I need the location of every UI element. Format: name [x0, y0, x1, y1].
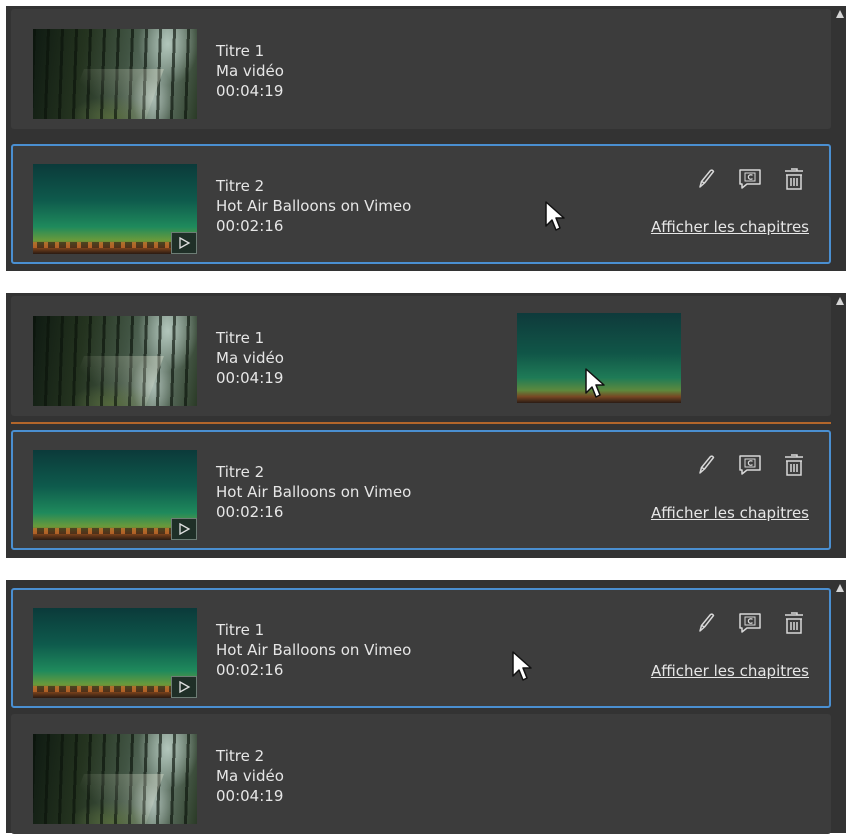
- scroll-up-arrow-icon[interactable]: [836, 297, 844, 305]
- item-duration: 00:04:19: [216, 787, 284, 805]
- scroll-up-arrow-icon[interactable]: [836, 10, 844, 18]
- title-item[interactable]: Titre 2 Ma vidéo 00:04:19: [11, 714, 831, 834]
- edit-icon[interactable]: [693, 610, 719, 636]
- show-chapters-link[interactable]: Afficher les chapitres: [651, 504, 809, 522]
- title-item[interactable]: Titre 1 Ma vidéo 00:04:19: [11, 9, 831, 129]
- video-thumbnail: [33, 608, 197, 698]
- item-title: Titre 2: [216, 463, 265, 481]
- item-duration: 00:04:19: [216, 369, 284, 387]
- cursor-icon: [585, 368, 605, 398]
- show-chapters-link[interactable]: Afficher les chapitres: [651, 662, 809, 680]
- item-title: Titre 2: [216, 747, 265, 765]
- title-item-selected[interactable]: Titre 1 Hot Air Balloons on Vimeo 00:02:…: [11, 588, 831, 708]
- play-icon[interactable]: [171, 676, 197, 698]
- play-icon[interactable]: [171, 518, 197, 540]
- item-duration: 00:02:16: [216, 661, 284, 679]
- captions-icon[interactable]: [737, 166, 763, 192]
- item-video-name: Hot Air Balloons on Vimeo: [216, 641, 412, 659]
- captions-icon[interactable]: [737, 452, 763, 478]
- scroll-up-arrow-icon[interactable]: [836, 584, 844, 592]
- video-thumbnail: [33, 316, 197, 406]
- item-title: Titre 1: [216, 329, 265, 347]
- cursor-icon: [512, 651, 532, 681]
- item-title: Titre 1: [216, 621, 265, 639]
- item-video-name: Ma vidéo: [216, 767, 284, 785]
- item-video-name: Ma vidéo: [216, 62, 284, 80]
- captions-icon[interactable]: [737, 610, 763, 636]
- video-thumbnail: [33, 450, 197, 540]
- item-title: Titre 2: [216, 177, 265, 195]
- trash-icon[interactable]: [781, 610, 807, 636]
- item-duration: 00:02:16: [216, 503, 284, 521]
- item-title: Titre 1: [216, 42, 265, 60]
- trash-icon[interactable]: [781, 166, 807, 192]
- trash-icon[interactable]: [781, 452, 807, 478]
- title-list-panel-dragging: Titre 1 Ma vidéo 00:04:19 Titre 2 Hot Ai…: [6, 293, 846, 558]
- item-video-name: Hot Air Balloons on Vimeo: [216, 197, 412, 215]
- edit-icon[interactable]: [693, 166, 719, 192]
- video-thumbnail: [33, 734, 197, 824]
- title-item[interactable]: Titre 1 Ma vidéo 00:04:19: [11, 296, 831, 416]
- edit-icon[interactable]: [693, 452, 719, 478]
- item-video-name: Ma vidéo: [216, 349, 284, 367]
- title-item-selected[interactable]: Titre 2 Hot Air Balloons on Vimeo 00:02:…: [11, 430, 831, 550]
- title-list-panel-after: Titre 1 Hot Air Balloons on Vimeo 00:02:…: [6, 580, 846, 834]
- item-duration: 00:04:19: [216, 82, 284, 100]
- title-item-selected[interactable]: Titre 2 Hot Air Balloons on Vimeo 00:02:…: [11, 144, 831, 264]
- play-icon[interactable]: [171, 232, 197, 254]
- show-chapters-link[interactable]: Afficher les chapitres: [651, 218, 809, 236]
- video-thumbnail: [33, 164, 197, 254]
- title-list-panel-before: Titre 1 Ma vidéo 00:04:19 Titre 2 Hot Ai…: [6, 6, 846, 271]
- item-video-name: Hot Air Balloons on Vimeo: [216, 483, 412, 501]
- drop-indicator: [11, 422, 831, 424]
- item-duration: 00:02:16: [216, 217, 284, 235]
- video-thumbnail: [33, 29, 197, 119]
- cursor-icon: [545, 201, 565, 231]
